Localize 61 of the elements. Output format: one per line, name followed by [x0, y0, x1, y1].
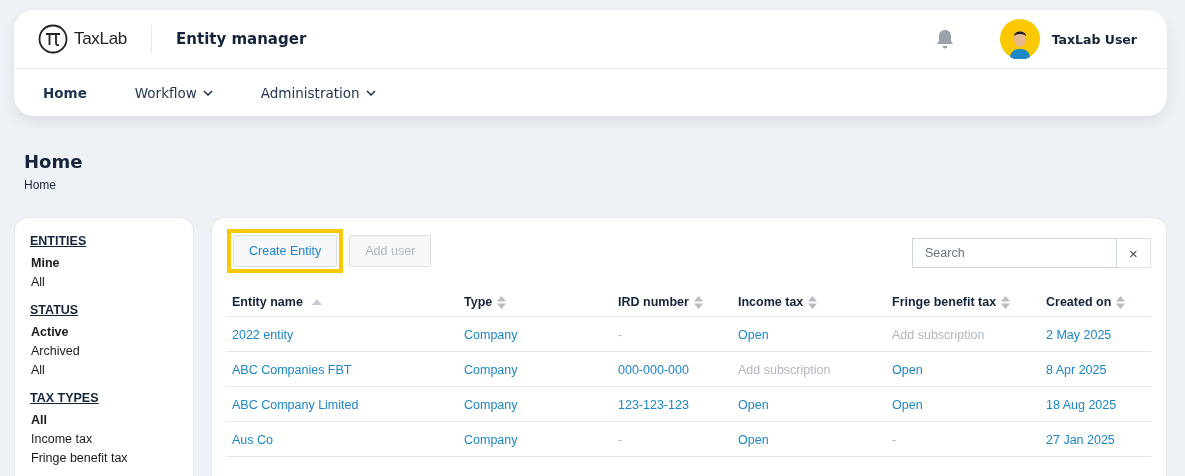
table-cell[interactable]: ABC Companies FBT [232, 363, 352, 377]
column-header[interactable]: Income tax [738, 295, 804, 309]
table-cell[interactable]: Open [892, 363, 923, 377]
filter-item[interactable]: All [31, 275, 193, 289]
table-cell[interactable]: Open [738, 433, 769, 447]
table-cell[interactable]: 27 Jan 2025 [1046, 433, 1115, 447]
table-cell[interactable]: Open [892, 398, 923, 412]
table-cell[interactable]: 2 May 2025 [1046, 328, 1112, 342]
filter-item[interactable]: Mine [31, 256, 193, 270]
clear-button[interactable]: × [1117, 238, 1151, 268]
table-cell[interactable]: Open [738, 328, 769, 342]
nav-tab[interactable]: Workflow [134, 84, 213, 101]
nav-tab[interactable]: Administration [260, 84, 376, 101]
page-title: Home [24, 151, 84, 172]
table-cell[interactable]: Add subscription [738, 363, 831, 377]
avatar-icon[interactable] [999, 19, 1040, 59]
table-cell[interactable]: 8 Apr 2025 [1046, 363, 1107, 377]
column-header[interactable]: Created on [1046, 295, 1112, 309]
table-cell[interactable]: - [618, 328, 623, 342]
table-cell[interactable]: Company [464, 433, 518, 447]
table-cell[interactable]: Aus Co [232, 433, 273, 447]
bell-icon[interactable] [935, 29, 954, 49]
column-header[interactable]: Entity name [232, 295, 303, 309]
filter-item[interactable]: All [31, 413, 193, 427]
table-cell[interactable]: Company [464, 398, 518, 412]
table-cell[interactable]: 000-000-000 [618, 363, 689, 377]
sort-icon[interactable] [1116, 295, 1126, 309]
filter-heading: STATUS [30, 303, 80, 317]
table-cell[interactable]: Company [464, 363, 518, 377]
toolbar-button[interactable]: Create Entity [233, 235, 338, 267]
table-cell[interactable]: - [892, 433, 897, 447]
filter-item[interactable]: Active [31, 325, 193, 339]
sort-icon[interactable] [497, 295, 507, 309]
filter-heading: ENTITIES [30, 234, 88, 248]
filter-item[interactable]: Archived [31, 344, 193, 358]
sort-icon[interactable] [1001, 295, 1011, 309]
table-cell[interactable]: ABC Company Limited [232, 398, 359, 412]
filter-item[interactable]: All [31, 363, 193, 377]
sort-ascending-icon[interactable] [311, 299, 322, 305]
nav-tab[interactable]: Home [43, 84, 87, 101]
filter-item[interactable]: Income tax [31, 432, 193, 446]
filter-item[interactable]: Fringe benefit tax [31, 451, 193, 465]
column-header[interactable]: Fringe benefit tax [892, 295, 997, 309]
user-name[interactable]: TaxLab User [1051, 31, 1137, 47]
column-header[interactable]: IRD number [618, 295, 689, 309]
sort-icon[interactable] [693, 295, 703, 309]
table-cell[interactable]: 123-123-123 [618, 398, 689, 412]
filter-heading: TAX TYPES [30, 391, 100, 405]
brand-name: TaxLab [74, 29, 128, 49]
table-cell[interactable]: Open [738, 398, 769, 412]
table-cell[interactable]: - [618, 433, 623, 447]
table-cell[interactable]: 2022 entity [232, 328, 294, 342]
search-field[interactable]: Search [912, 238, 1117, 268]
table-cell[interactable]: 18 Aug 2025 [1046, 398, 1117, 412]
table-cell[interactable]: Company [464, 328, 518, 342]
logo-icon [38, 24, 68, 54]
column-header[interactable]: Type [464, 295, 493, 309]
sort-icon[interactable] [808, 295, 818, 309]
table-cell[interactable]: Add subscription [892, 328, 985, 342]
app-title: Entity manager [176, 30, 307, 48]
breadcrumb[interactable]: Home [24, 178, 1167, 192]
